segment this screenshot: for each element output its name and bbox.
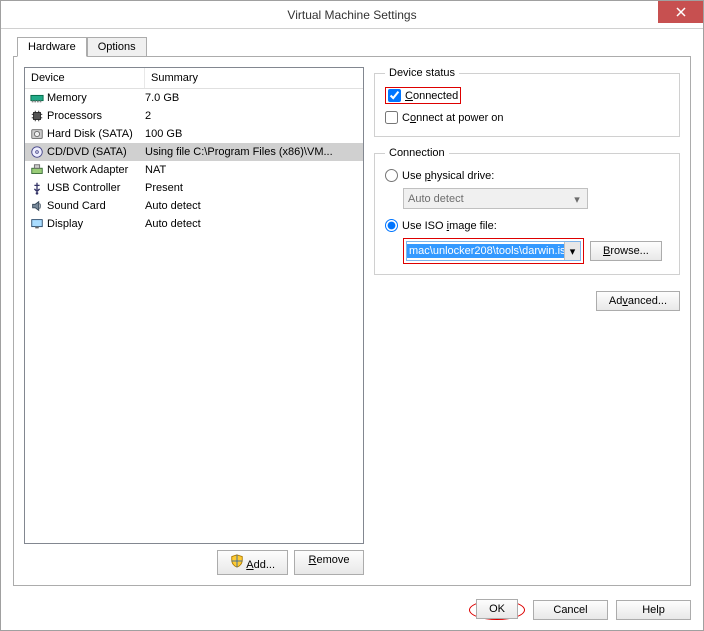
device-summary: 2: [145, 110, 359, 122]
advanced-row: Advanced...: [374, 291, 680, 311]
iso-combo-wrap: mac\unlocker208\tools\darwin.iso ▾ Brows…: [403, 238, 669, 264]
add-button[interactable]: Add...: [217, 550, 288, 575]
list-row-sound[interactable]: Sound Card Auto detect: [25, 197, 363, 215]
physical-dropdown-value: Auto detect: [408, 193, 464, 205]
physical-label: Use physical drive:: [402, 170, 494, 182]
device-summary: NAT: [145, 164, 359, 176]
iso-radio[interactable]: [385, 219, 398, 232]
sound-icon: [29, 198, 45, 214]
device-summary: Present: [145, 182, 359, 194]
add-label: Add...: [246, 559, 275, 571]
connected-highlight: Connected: [385, 87, 461, 104]
device-buttons: Add... Remove: [24, 550, 364, 575]
list-row-processors[interactable]: Processors 2: [25, 107, 363, 125]
close-button[interactable]: [658, 1, 703, 23]
network-icon: [29, 162, 45, 178]
col-summary[interactable]: Summary: [145, 68, 363, 88]
memory-icon: [29, 90, 45, 106]
device-summary: Auto detect: [145, 200, 359, 212]
list-row-hdd[interactable]: Hard Disk (SATA) 100 GB: [25, 125, 363, 143]
usb-icon: [29, 180, 45, 196]
tab-hardware[interactable]: Hardware: [17, 37, 87, 57]
list-body: Memory 7.0 GB Processors 2 Hard Disk (SA…: [25, 89, 363, 233]
iso-highlight: mac\unlocker208\tools\darwin.iso ▾: [403, 238, 584, 264]
device-status-legend: Device status: [385, 67, 459, 79]
device-summary: 7.0 GB: [145, 92, 359, 104]
chevron-down-icon: ▾: [570, 192, 584, 206]
physical-drive-row: Use physical drive:: [385, 167, 669, 184]
device-status-group: Device status Connected Connect at power…: [374, 67, 680, 137]
window-title: Virtual Machine Settings: [1, 8, 703, 22]
physical-dropdown[interactable]: Auto detect ▾: [403, 188, 588, 209]
dialog-buttons: OK Cancel Help: [1, 592, 703, 630]
connect-power-label: Connect at power on: [402, 112, 504, 124]
display-icon: [29, 216, 45, 232]
remove-button[interactable]: Remove: [294, 550, 364, 575]
ok-button[interactable]: OK: [476, 599, 518, 619]
device-label: Network Adapter: [47, 164, 145, 176]
device-label: Processors: [47, 110, 145, 122]
device-label: Hard Disk (SATA): [47, 128, 145, 140]
content-area: Hardware Options Device Summary Memory 7…: [1, 29, 703, 592]
help-button[interactable]: Help: [616, 600, 691, 620]
list-header: Device Summary: [25, 68, 363, 89]
connected-checkbox[interactable]: [388, 89, 401, 102]
connection-legend: Connection: [385, 147, 449, 159]
device-label: Memory: [47, 92, 145, 104]
tab-strip: Hardware Options: [13, 37, 691, 57]
connection-group: Connection Use physical drive: Auto dete…: [374, 147, 680, 275]
connect-power-checkbox[interactable]: [385, 111, 398, 124]
right-pane: Device status Connected Connect at power…: [374, 67, 680, 575]
left-pane: Device Summary Memory 7.0 GB Processors: [24, 67, 364, 575]
list-row-display[interactable]: Display Auto detect: [25, 215, 363, 233]
tab-options[interactable]: Options: [87, 37, 147, 57]
iso-path-combo[interactable]: mac\unlocker208\tools\darwin.iso ▾: [406, 241, 581, 261]
chevron-down-icon: ▾: [564, 242, 580, 260]
connect-power-row: Connect at power on: [385, 109, 669, 126]
shield-icon: [230, 559, 244, 571]
ok-highlight: OK: [469, 600, 525, 620]
device-summary: Using file C:\Program Files (x86)\VM...: [145, 146, 359, 158]
browse-button[interactable]: Browse...: [590, 241, 662, 261]
connected-label: Connected: [405, 90, 458, 102]
device-label: CD/DVD (SATA): [47, 146, 145, 158]
titlebar: Virtual Machine Settings: [1, 1, 703, 29]
list-row-memory[interactable]: Memory 7.0 GB: [25, 89, 363, 107]
physical-dropdown-wrap: Auto detect ▾: [403, 188, 669, 209]
cancel-button[interactable]: Cancel: [533, 600, 608, 620]
list-row-cddvd[interactable]: CD/DVD (SATA) Using file C:\Program File…: [25, 143, 363, 161]
device-list[interactable]: Device Summary Memory 7.0 GB Processors: [24, 67, 364, 544]
iso-path-value: mac\unlocker208\tools\darwin.iso: [407, 244, 564, 258]
disc-icon: [29, 144, 45, 160]
device-label: Sound Card: [47, 200, 145, 212]
list-row-usb[interactable]: USB Controller Present: [25, 179, 363, 197]
cpu-icon: [29, 108, 45, 124]
tab-panel: Device Summary Memory 7.0 GB Processors: [13, 56, 691, 586]
list-row-network[interactable]: Network Adapter NAT: [25, 161, 363, 179]
device-summary: 100 GB: [145, 128, 359, 140]
settings-window: Virtual Machine Settings Hardware Option…: [0, 0, 704, 631]
device-label: Display: [47, 218, 145, 230]
close-icon: [676, 7, 686, 17]
device-label: USB Controller: [47, 182, 145, 194]
physical-radio[interactable]: [385, 169, 398, 182]
hdd-icon: [29, 126, 45, 142]
iso-label: Use ISO image file:: [402, 220, 497, 232]
iso-row: Use ISO image file:: [385, 217, 669, 234]
advanced-button[interactable]: Advanced...: [596, 291, 680, 311]
device-summary: Auto detect: [145, 218, 359, 230]
col-device[interactable]: Device: [25, 68, 145, 88]
